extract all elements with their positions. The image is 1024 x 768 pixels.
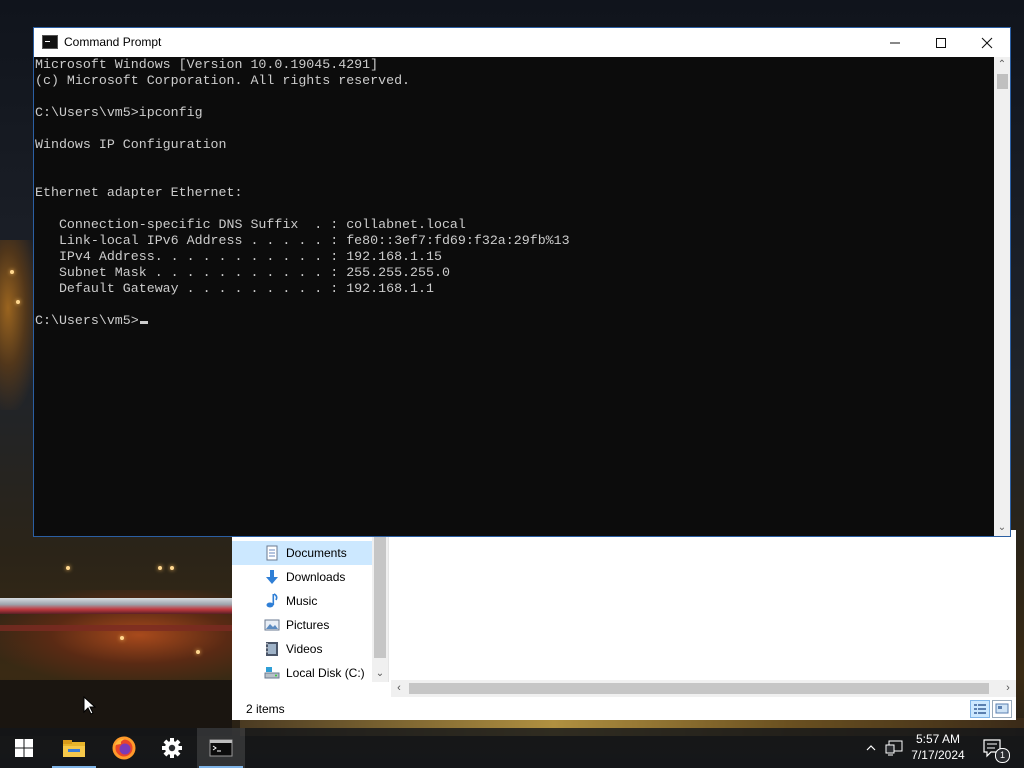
pictures-icon: [264, 617, 280, 633]
nav-item-label: Pictures: [286, 618, 330, 632]
videos-icon: [264, 641, 280, 657]
console-text: Microsoft Windows [Version 10.0.19045.42…: [35, 57, 570, 296]
nav-item-music[interactable]: Music: [232, 589, 372, 613]
title-bar[interactable]: Command Prompt: [34, 28, 1010, 57]
maximize-button[interactable]: [918, 28, 964, 57]
start-icon: [15, 739, 33, 757]
downloads-icon: [264, 569, 280, 585]
notification-badge: 1: [995, 748, 1010, 763]
command-prompt-window[interactable]: Command Prompt Microsoft Windows [Versio…: [33, 27, 1011, 537]
taskbar-settings[interactable]: [148, 728, 196, 768]
text-cursor: [139, 321, 148, 324]
firefox-icon: [112, 736, 136, 760]
nav-item-documents[interactable]: Documents: [232, 541, 372, 565]
taskbar-command-prompt[interactable]: [197, 728, 245, 768]
music-icon: [264, 593, 280, 609]
taskbar-clock[interactable]: 5:57 AM 7/17/2024: [906, 731, 970, 763]
clock-time: 5:57 AM: [915, 732, 961, 746]
item-count: 2 items: [246, 702, 285, 716]
nav-item-pictures[interactable]: Pictures: [232, 613, 372, 637]
scroll-left-arrow-icon[interactable]: ‹: [391, 680, 407, 697]
window-title: Command Prompt: [64, 35, 162, 49]
scroll-up-arrow-icon[interactable]: ⌃: [994, 57, 1010, 73]
nav-item-label: Documents: [286, 546, 347, 560]
settings-icon: [162, 738, 182, 758]
scrollbar-thumb[interactable]: [409, 683, 989, 694]
nav-item-videos[interactable]: Videos: [232, 637, 372, 661]
nav-item-label: Local Disk (C:): [286, 666, 365, 680]
network-status-button[interactable]: [882, 728, 906, 768]
chevron-up-icon: [866, 745, 876, 751]
command-prompt-icon: [42, 35, 58, 49]
minimize-button[interactable]: [872, 28, 918, 57]
file-explorer-window: Documents Downloads Music Pictures Video…: [232, 530, 1016, 720]
close-icon: [981, 37, 993, 48]
mouse-pointer-icon: [83, 696, 97, 715]
local-disk-icon: [264, 665, 280, 681]
scroll-down-arrow-icon[interactable]: ⌄: [994, 520, 1010, 536]
close-button[interactable]: [964, 28, 1010, 57]
command-prompt-line: C:\Users\vm5>: [35, 313, 139, 328]
command-prompt-icon: [209, 739, 233, 757]
scroll-down-arrow-icon[interactable]: ⌄: [372, 666, 388, 682]
navigation-pane: Documents Downloads Music Pictures Video…: [232, 530, 372, 682]
large-icons-view-icon[interactable]: [992, 700, 1012, 718]
minimize-icon: [890, 42, 900, 43]
maximize-icon: [936, 37, 946, 48]
nav-item-downloads[interactable]: Downloads: [232, 565, 372, 589]
documents-icon: [264, 545, 280, 561]
clock-date: 7/17/2024: [911, 748, 965, 762]
status-bar: 2 items: [232, 698, 1016, 720]
taskbar-file-explorer[interactable]: [50, 728, 98, 768]
file-explorer-icon: [63, 740, 85, 757]
show-hidden-icons-button[interactable]: [862, 728, 880, 768]
nav-item-label: Videos: [286, 642, 323, 656]
action-center-button[interactable]: 1: [978, 728, 1010, 768]
start-button[interactable]: [0, 728, 48, 768]
scroll-right-arrow-icon[interactable]: ›: [1000, 680, 1016, 697]
scrollbar-thumb[interactable]: [374, 532, 386, 658]
taskbar: 5:57 AM 7/17/2024 1: [0, 728, 1024, 768]
console-scrollbar[interactable]: ⌃ ⌄: [994, 57, 1010, 536]
details-view-icon[interactable]: [970, 700, 990, 718]
nav-item-label: Music: [286, 594, 318, 608]
console-output[interactable]: Microsoft Windows [Version 10.0.19045.42…: [34, 57, 994, 536]
nav-item-local-disk[interactable]: Local Disk (C:): [232, 661, 372, 685]
taskbar-firefox[interactable]: [100, 728, 148, 768]
nav-item-label: Downloads: [286, 570, 346, 584]
network-icon: [885, 740, 903, 756]
horizontal-scrollbar[interactable]: ‹ ›: [391, 680, 1016, 697]
scrollbar-thumb[interactable]: [997, 74, 1008, 89]
navigation-pane-scrollbar[interactable]: ⌄: [372, 530, 388, 682]
pane-divider[interactable]: [388, 530, 389, 682]
